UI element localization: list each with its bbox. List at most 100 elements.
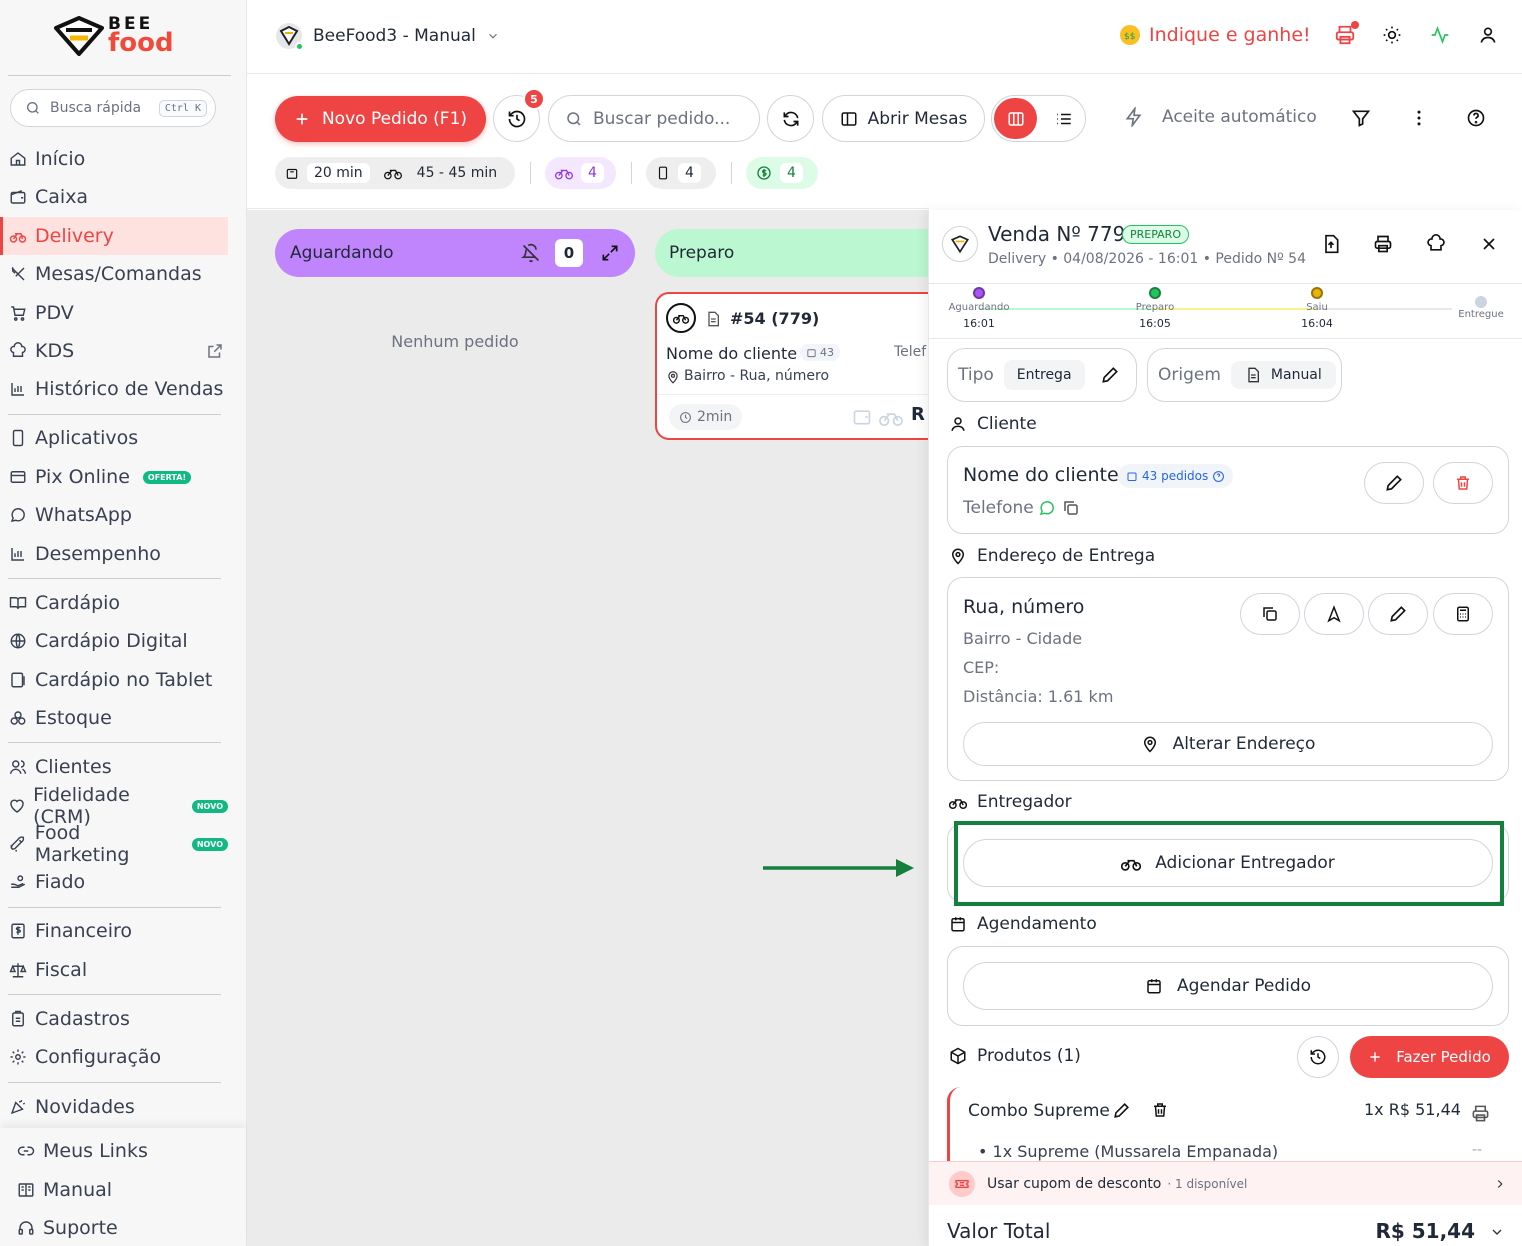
coupon-label: Usar cupom de desconto	[987, 1175, 1162, 1192]
change-address-button[interactable]: Alterar Endereço	[963, 722, 1493, 766]
printer-icon[interactable]	[1373, 234, 1393, 254]
bike-icon	[555, 169, 573, 180]
sidebar-item-aplicativos[interactable]: Aplicativos	[0, 419, 228, 457]
refresh-button[interactable]	[767, 95, 814, 142]
navigate-button[interactable]	[1304, 593, 1364, 635]
order-card-timer: 2min	[669, 404, 743, 430]
schedule-card: Agendar Pedido	[947, 946, 1509, 1026]
copy-icon[interactable]	[1062, 499, 1080, 517]
trash-icon[interactable]	[1151, 1101, 1169, 1119]
theme-toggle-button[interactable]	[1382, 25, 1402, 45]
gear-icon	[10, 1049, 26, 1065]
order-card[interactable]: #54 (779) Nome do cliente 43 Telef Bairr…	[655, 292, 945, 440]
sidebar-item-food-marketing[interactable]: Food Marketing NOVO	[0, 822, 228, 866]
sidebar-bottom-manual[interactable]: Manual	[0, 1171, 228, 1209]
bell-off-icon[interactable]	[521, 243, 541, 263]
product-item[interactable]: Combo Supreme 1x R$ 51,44 • 1x Supreme (…	[947, 1087, 1509, 1162]
sidebar-item-novidades[interactable]: Novidades	[0, 1088, 228, 1126]
sidebar-item-caixa[interactable]: Caixa	[0, 178, 228, 216]
sidebar-item-fidelidade-crm[interactable]: Fidelidade (CRM) NOVO	[0, 784, 228, 828]
referral-link[interactable]: $$ Indique e ganhe!	[1119, 24, 1311, 46]
dollar-circle-icon	[757, 166, 771, 180]
sidebar-item-financeiro[interactable]: Financeiro	[0, 912, 228, 950]
delivery-fee-calculator-button[interactable]	[1433, 593, 1493, 635]
activity-button[interactable]	[1430, 25, 1450, 45]
product-history-button[interactable]	[1297, 1036, 1339, 1078]
help-button[interactable]	[1466, 108, 1486, 128]
address-district: Bairro - Cidade	[963, 629, 1083, 648]
sidebar-item-label: Fiscal	[35, 959, 88, 981]
sidebar-bottom-meus-links[interactable]: Meus Links	[0, 1132, 228, 1170]
filter-button[interactable]	[1351, 108, 1371, 128]
whatsapp-icon[interactable]	[1038, 499, 1056, 517]
new-order-button[interactable]: Novo Pedido (F1)	[275, 96, 486, 142]
paid-count-chip[interactable]: 4	[746, 157, 818, 189]
product-subitem: • 1x Supreme (Mussarela Empanada)	[978, 1142, 1279, 1161]
copy-address-button[interactable]	[1240, 593, 1300, 635]
sidebar-item-pdv[interactable]: PDV	[0, 294, 228, 332]
sidebar-item-label: Mesas/Comandas	[35, 263, 202, 285]
scale-icon	[9, 963, 27, 978]
beefood-logo[interactable]: BEE food	[52, 14, 182, 60]
schedule-section-label: Agendamento	[977, 914, 1097, 934]
more-options-button[interactable]	[1409, 108, 1429, 128]
sidebar-item-mesas-comandas[interactable]: Mesas/Comandas	[0, 255, 228, 293]
sidebar-item-estoque[interactable]: Estoque	[0, 699, 228, 737]
pencil-icon[interactable]	[1100, 365, 1120, 385]
history-button[interactable]: 5	[493, 88, 545, 142]
delivery-count-chip[interactable]: 4	[545, 157, 616, 189]
edit-customer-button[interactable]	[1364, 462, 1424, 504]
sidebar-item-configuracao[interactable]: Configuração	[0, 1038, 228, 1076]
sidebar-bottom-suporte[interactable]: Suporte	[0, 1209, 228, 1246]
expand-icon[interactable]	[600, 243, 620, 263]
edit-address-button[interactable]	[1368, 593, 1428, 635]
courier-section-label: Entregador	[977, 792, 1072, 812]
sidebar-item-inicio[interactable]: Início	[0, 140, 228, 178]
printer-icon[interactable]	[1471, 1104, 1490, 1123]
remove-customer-button[interactable]	[1433, 462, 1493, 504]
kanban-view-button[interactable]	[994, 98, 1037, 139]
store-selector[interactable]: BeeFood3 - Manual	[275, 22, 500, 51]
close-icon[interactable]	[1479, 234, 1499, 254]
coupon-row[interactable]: Usar cupom de desconto · 1 disponível	[929, 1161, 1522, 1205]
list-icon	[1056, 113, 1071, 124]
phone-icon	[12, 429, 24, 447]
printer-alert-button[interactable]	[1334, 21, 1359, 46]
order-search-input[interactable]: Buscar pedido...	[548, 95, 760, 142]
sidebar-item-desempenho[interactable]: Desempenho	[0, 535, 228, 573]
chef-hat-icon[interactable]	[1426, 234, 1446, 254]
activity-icon	[1431, 25, 1449, 45]
pencil-icon[interactable]	[1112, 1101, 1131, 1120]
sidebar-item-cardapio-no-tablet[interactable]: Cardápio no Tablet	[0, 661, 228, 699]
schedule-order-button[interactable]: Agendar Pedido	[963, 962, 1493, 1010]
counter-count-chip[interactable]: 4	[646, 157, 716, 189]
sidebar-item-kds[interactable]: KDS	[0, 332, 228, 370]
open-tables-button[interactable]: Abrir Mesas	[822, 95, 985, 142]
sidebar-item-cardapio-digital[interactable]: Cardápio Digital	[0, 622, 228, 660]
sidebar-item-fiado[interactable]: Fiado	[0, 863, 228, 901]
sidebar-item-label: Caixa	[35, 186, 89, 208]
customer-orders-badge[interactable]: 43 pedidos	[1118, 464, 1234, 488]
sidebar-item-clientes[interactable]: Clientes	[0, 748, 228, 786]
wallet-icon	[10, 189, 26, 204]
order-card-trail: R	[911, 404, 925, 425]
place-order-button[interactable]: Fazer Pedido	[1350, 1036, 1509, 1078]
product-subitem-price: --	[1472, 1142, 1483, 1158]
customer-name: Nome do cliente	[963, 464, 1119, 486]
delivery-type-badge	[666, 303, 696, 333]
sidebar-item-cadastros[interactable]: Cadastros	[0, 1000, 228, 1038]
sidebar-item-whatsapp[interactable]: WhatsApp	[0, 496, 228, 534]
file-export-icon[interactable]	[1321, 234, 1341, 254]
sidebar-item-historico-de-vendas[interactable]: Histórico de Vendas	[0, 370, 228, 408]
sidebar-item-delivery[interactable]: Delivery	[0, 217, 228, 255]
more-vertical-icon	[1417, 110, 1421, 126]
sidebar-item-cardapio[interactable]: Cardápio	[0, 584, 228, 622]
utensils-icon	[11, 267, 25, 281]
sidebar-item-fiscal[interactable]: Fiscal	[0, 951, 228, 989]
total-row[interactable]: Valor Total R$ 51,44	[929, 1205, 1522, 1246]
auto-accept-toggle[interactable]: Aceite automático	[1124, 107, 1317, 127]
quick-search-input[interactable]: Busca rápida Ctrl K	[10, 89, 216, 127]
sidebar-item-pix-online[interactable]: Pix Online OFERTA!	[0, 458, 228, 496]
user-menu-button[interactable]	[1478, 25, 1498, 45]
list-view-button[interactable]	[1042, 98, 1085, 139]
